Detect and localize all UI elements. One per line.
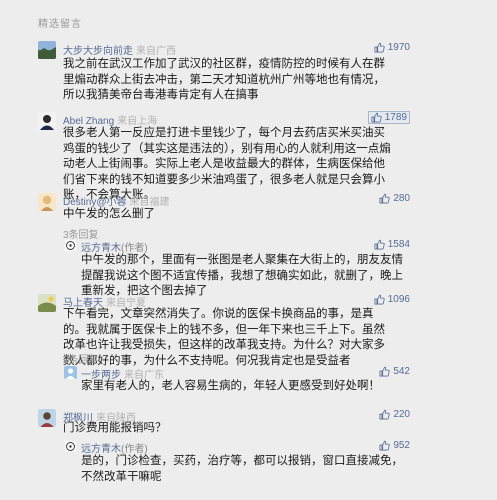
- like-button[interactable]: 220: [379, 409, 410, 420]
- reply-meta: 远方青木(作者): [81, 239, 148, 254]
- reply-text: 中午发的那个，里面有一张图是老人聚集在大街上的，朋友友情提醒我说这个图不适宜传播…: [81, 254, 403, 298]
- reply-avatar[interactable]: [64, 239, 77, 252]
- like-count: 1970: [387, 42, 410, 53]
- section-title: 精选留言: [38, 19, 82, 30]
- author-avatar-icon: [64, 440, 77, 453]
- reply-count-link[interactable]: 2条回复: [63, 351, 99, 366]
- like-count: 952: [393, 440, 410, 451]
- thumbs-up-icon: [379, 440, 390, 451]
- comment-text: 下午看完，文章突然消失了。你说的医保卡换商品的事，是真的。我就属于医保卡上的钱不…: [63, 308, 385, 367]
- reply-text: 家里有老人的，老人容易生病的，年轻人更感受到好处啊！: [81, 380, 380, 392]
- like-button[interactable]: 1789: [367, 111, 410, 124]
- thumbs-up-icon: [374, 42, 385, 53]
- thumbs-up-icon: [379, 366, 390, 377]
- comment-meta: Abel Zhang 来自上海: [63, 112, 157, 127]
- comment-text: 门诊费用能报销吗？: [63, 422, 167, 434]
- comment-meta: Destiny@小蓉 来自福建: [63, 193, 170, 208]
- like-count: 280: [393, 193, 410, 204]
- like-count: 220: [393, 409, 410, 420]
- thumbs-up-icon: [374, 294, 385, 305]
- thumbs-up-icon: [371, 112, 382, 123]
- reply-avatar[interactable]: [64, 440, 77, 453]
- avatar[interactable]: [38, 112, 56, 130]
- reply-text: 是的，门诊检查，买药，治疗等，都可以报销，窗口直接减免，不然改革干嘛呢: [81, 455, 403, 483]
- like-count: 542: [393, 366, 410, 377]
- reply-like-button[interactable]: 952: [379, 440, 410, 451]
- nickname[interactable]: 大步大步向前走: [63, 46, 133, 57]
- like-count: 1096: [387, 294, 410, 305]
- thumbs-up-icon: [374, 239, 385, 250]
- avatar-image-icon: [38, 409, 56, 427]
- avatar[interactable]: [38, 294, 56, 312]
- reply-like-button[interactable]: 1584: [374, 239, 410, 250]
- author-avatar-icon: [64, 239, 77, 252]
- avatar[interactable]: [38, 409, 56, 427]
- avatar[interactable]: [38, 193, 56, 211]
- avatar-image-icon: [38, 193, 56, 211]
- like-button[interactable]: 280: [379, 193, 410, 204]
- like-count: 1584: [387, 239, 410, 250]
- reply-meta: 远方青木(作者): [81, 440, 148, 455]
- avatar-image-icon: [38, 112, 56, 130]
- like-button[interactable]: 1970: [374, 42, 410, 53]
- like-button[interactable]: 1096: [374, 294, 410, 305]
- comment-text: 我之前在武汉工作加了武汉的社区群，疫情防控的时候有人在群里煽动群众上街去冲击，第…: [63, 58, 385, 102]
- reply-avatar[interactable]: [64, 366, 77, 379]
- comment-section: 精选留言 大步大步向前走 来自广西 1970 我之前在武汉工作加了武汉的社区群，疫…: [0, 0, 497, 500]
- avatar-image-icon: [38, 294, 56, 312]
- thumbs-up-icon: [379, 193, 390, 204]
- comment-text: 中午发的怎么删了: [63, 208, 155, 220]
- like-count: 1789: [384, 112, 407, 123]
- avatar-image-icon: [64, 366, 77, 379]
- region-label: 来自广西: [136, 46, 176, 57]
- comment-meta: 大步大步向前走 来自广西: [63, 42, 176, 57]
- reply-like-button[interactable]: 542: [379, 366, 410, 377]
- thumbs-up-icon: [379, 409, 390, 420]
- avatar[interactable]: [38, 41, 56, 59]
- avatar-image-icon: [38, 41, 56, 59]
